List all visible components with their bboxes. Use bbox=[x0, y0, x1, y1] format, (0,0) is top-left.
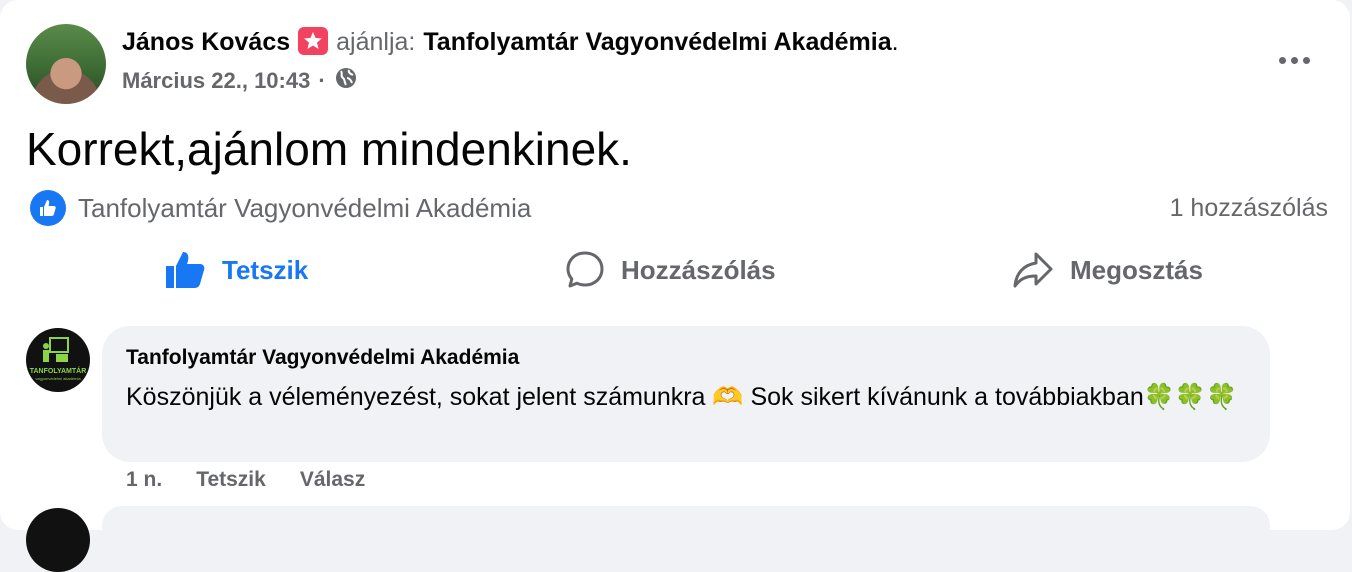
comment-actions: 1 n. Tetszik Válasz bbox=[126, 468, 399, 492]
comment-time[interactable]: 1 n. bbox=[126, 468, 162, 492]
action-bar: Tetszik Hozzászólás Megosztás bbox=[0, 240, 1352, 304]
like-reaction-icon bbox=[30, 190, 66, 226]
logo-subtext: vagyonvédelmi akadémia bbox=[35, 376, 81, 381]
comment-button[interactable]: Hozzászólás bbox=[565, 250, 776, 290]
author-name[interactable]: János Kovács bbox=[122, 28, 290, 57]
globe-icon[interactable] bbox=[334, 66, 358, 96]
share-button[interactable]: Megosztás bbox=[1012, 250, 1203, 290]
thumbs-up-icon bbox=[166, 252, 205, 288]
logo-text: TANFOLYAMTÁR bbox=[29, 368, 87, 375]
recommended-page-link[interactable]: Tanfolyamtár Vagyonvédelmi Akadémia bbox=[423, 28, 891, 57]
post-card: János Kovács ajánlja: Tanfolyamtár Vagyo… bbox=[0, 0, 1352, 572]
more-options-icon[interactable] bbox=[1272, 46, 1316, 74]
comment-author[interactable]: Tanfolyamtár Vagyonvédelmi Akadémia bbox=[126, 346, 519, 370]
post-body: Korrekt,ajánlom mindenkinek. bbox=[26, 123, 632, 175]
reaction-summary[interactable]: Tanfolyamtár Vagyonvédelmi Akadémia bbox=[30, 190, 531, 226]
next-comment-bubble bbox=[102, 506, 1270, 546]
comment-label: Hozzászólás bbox=[621, 254, 776, 285]
comment-reply-button[interactable]: Válasz bbox=[300, 468, 365, 492]
reaction-liked-by: Tanfolyamtár Vagyonvédelmi Akadémia bbox=[78, 192, 532, 223]
header-period: . bbox=[891, 28, 899, 56]
commenter-avatar[interactable]: TANFOLYAMTÁR vagyonvédelmi akadémia bbox=[26, 328, 90, 392]
recommend-verb: ajánlja: bbox=[336, 28, 416, 56]
post-timestamp[interactable]: Március 22., 10:43 bbox=[122, 68, 310, 94]
share-arrow-icon bbox=[1013, 252, 1053, 288]
author-avatar[interactable] bbox=[26, 24, 106, 104]
like-button[interactable]: Tetszik bbox=[164, 250, 308, 290]
next-comment-avatar bbox=[26, 508, 90, 572]
recommend-icon bbox=[298, 26, 329, 55]
comment-like-button[interactable]: Tetszik bbox=[196, 468, 266, 492]
page-logo-icon bbox=[43, 337, 69, 362]
share-label: Megosztás bbox=[1070, 254, 1203, 285]
comment-count[interactable]: 1 hozzászólás bbox=[1170, 194, 1328, 223]
comment-text: Köszönjük a véleményezést, sokat jelent … bbox=[126, 383, 1238, 411]
post-header: János Kovács ajánlja: Tanfolyamtár Vagyo… bbox=[122, 26, 899, 57]
post-meta: Március 22., 10:43 · bbox=[122, 66, 358, 96]
meta-separator: · bbox=[318, 68, 326, 93]
comment-bubble: Tanfolyamtár Vagyonvédelmi Akadémia Kösz… bbox=[102, 326, 1270, 462]
like-label: Tetszik bbox=[222, 254, 309, 285]
comment-bubble-icon bbox=[566, 251, 604, 288]
